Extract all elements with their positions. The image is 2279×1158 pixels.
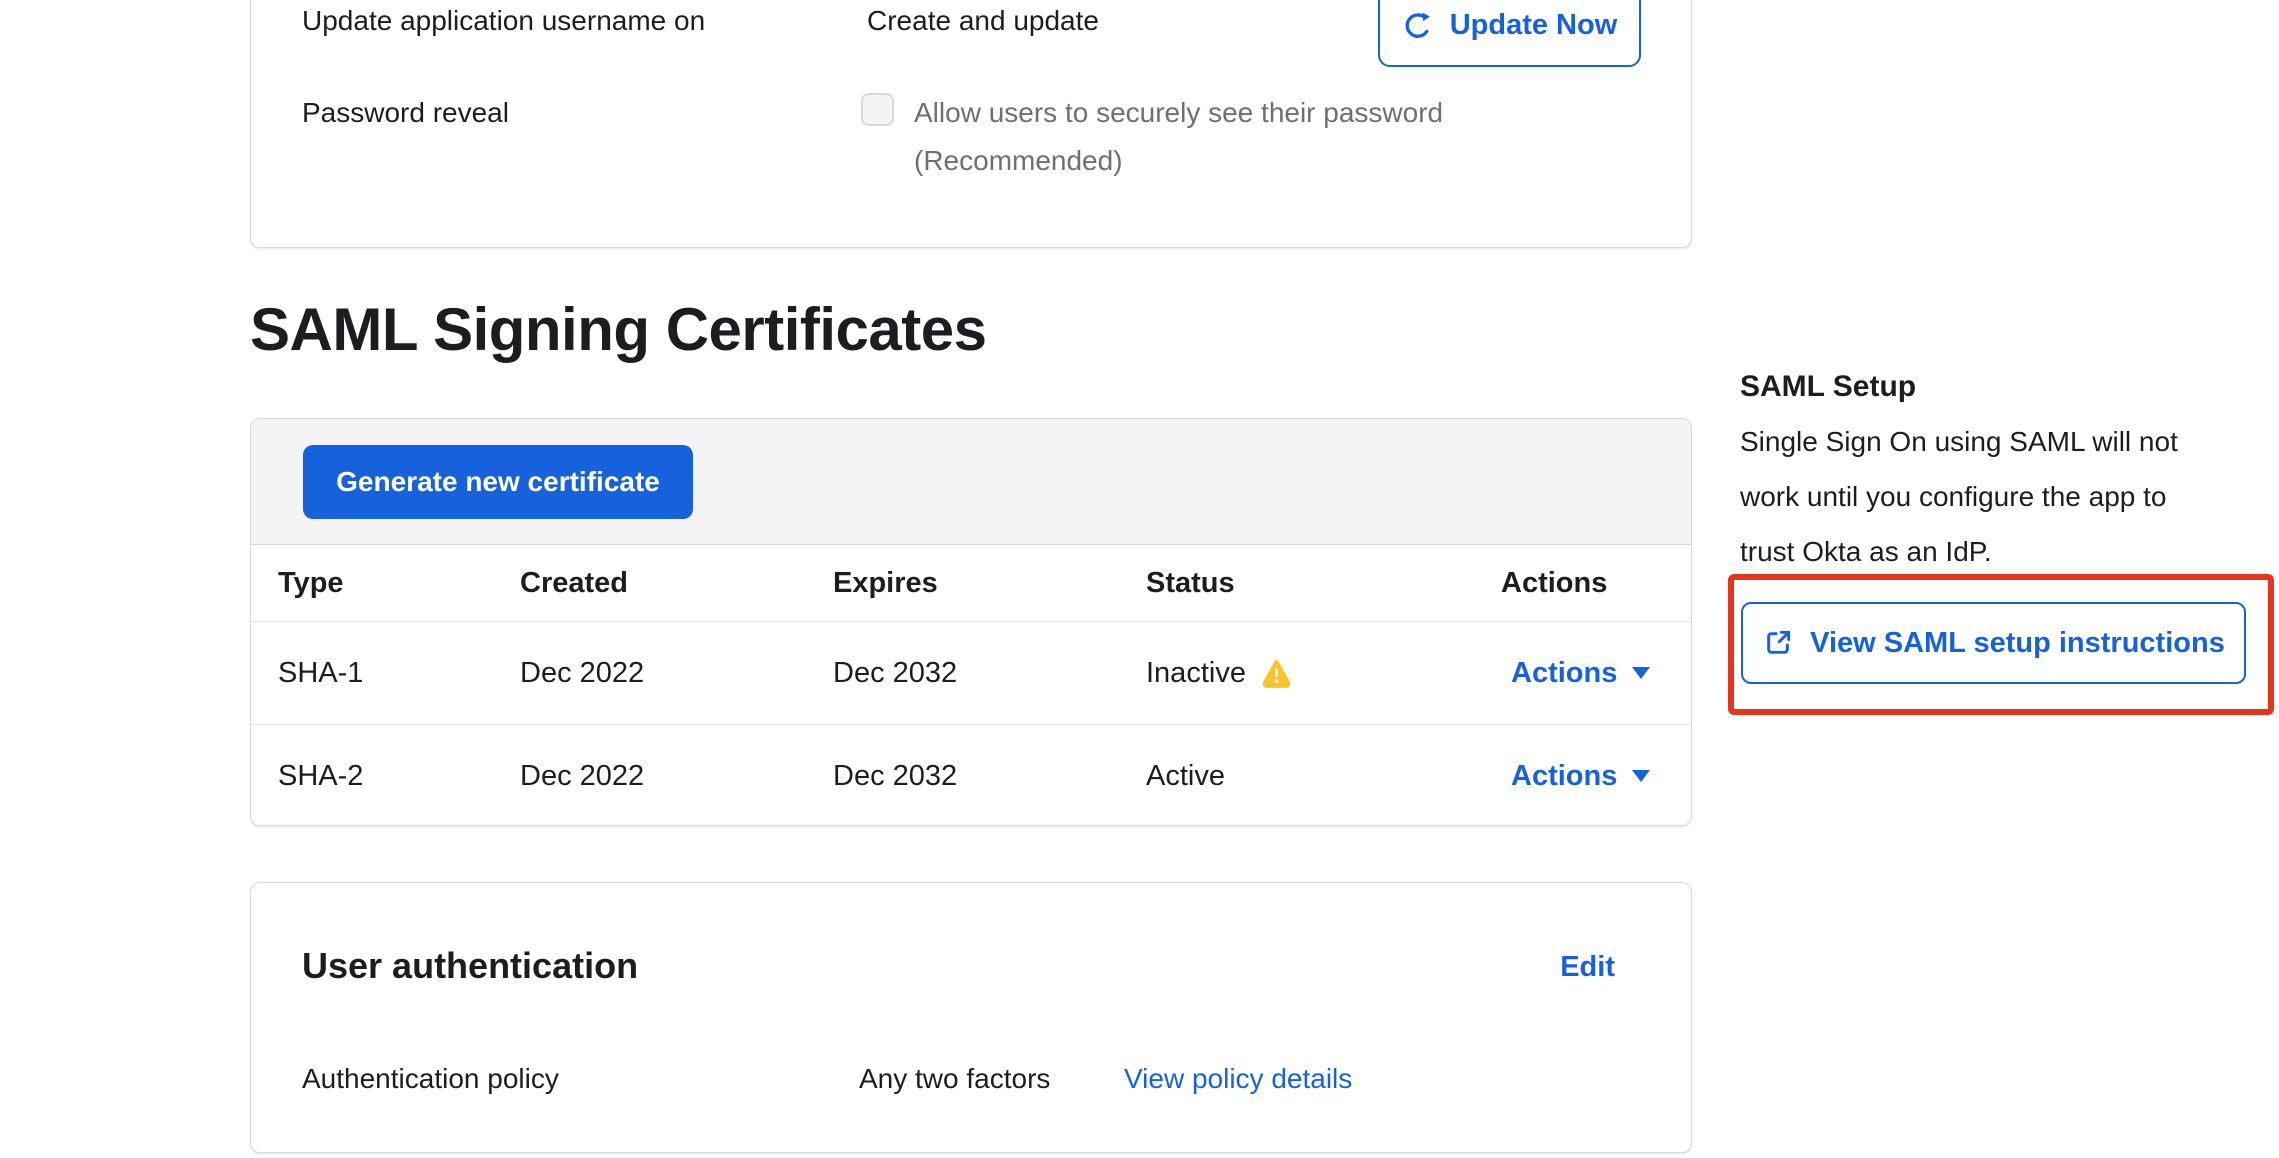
cert-created: Dec 2022 <box>493 657 806 690</box>
generate-new-certificate-button[interactable]: Generate new certificate <box>303 445 693 519</box>
saml-setup-title: SAML Setup <box>1740 370 1916 404</box>
table-row: SHA-1 Dec 2022 Dec 2032 Inactive Actions <box>251 621 1691 724</box>
password-reveal-label: Password reveal <box>302 97 509 129</box>
user-authentication-title: User authentication <box>302 945 638 987</box>
column-header-type: Type <box>251 567 493 600</box>
description-line: Single Sign On using SAML will not <box>1740 414 2178 469</box>
certificates-toolbar: Generate new certificate <box>251 419 1691 545</box>
actions-label: Actions <box>1511 657 1617 690</box>
authentication-policy-label: Authentication policy <box>302 1063 559 1095</box>
caret-down-icon <box>1632 770 1650 782</box>
warning-icon <box>1260 657 1293 690</box>
external-link-icon <box>1762 627 1794 659</box>
description-line: work until you configure the app to <box>1740 469 2178 524</box>
password-reveal-checkbox[interactable] <box>861 93 894 126</box>
cert-status: Active <box>1119 760 1474 793</box>
actions-dropdown[interactable]: Actions <box>1511 760 1650 793</box>
cert-created: Dec 2022 <box>493 760 806 793</box>
certificates-card: Generate new certificate Type Created Ex… <box>250 418 1692 826</box>
app-settings-card: Update application username on Create an… <box>250 0 1692 248</box>
cert-expires: Dec 2032 <box>806 657 1119 690</box>
column-header-created: Created <box>493 567 806 600</box>
view-policy-details-link[interactable]: View policy details <box>1124 1063 1352 1095</box>
password-reveal-recommended: (Recommended) <box>914 145 1123 177</box>
table-header-row: Type Created Expires Status Actions <box>251 545 1691 621</box>
column-header-status: Status <box>1119 567 1474 600</box>
status-text: Inactive <box>1146 657 1246 690</box>
update-now-label: Update Now <box>1450 9 1618 42</box>
saml-signing-certificates-heading: SAML Signing Certificates <box>250 295 987 364</box>
authentication-policy-value: Any two factors <box>859 1063 1050 1095</box>
saml-instructions-label: View SAML setup instructions <box>1810 627 2225 660</box>
cert-status: Inactive <box>1119 657 1474 690</box>
update-now-button[interactable]: Update Now <box>1378 0 1641 67</box>
user-authentication-card: User authentication Edit Authentication … <box>250 882 1692 1153</box>
cert-type: SHA-2 <box>251 760 493 793</box>
page-canvas: Update application username on Create an… <box>0 0 2279 1158</box>
update-username-value: Create and update <box>867 5 1099 37</box>
edit-link[interactable]: Edit <box>1560 951 1615 984</box>
actions-dropdown[interactable]: Actions <box>1511 657 1650 690</box>
actions-label: Actions <box>1511 760 1617 793</box>
description-line: trust Okta as an IdP. <box>1740 524 2178 579</box>
column-header-actions: Actions <box>1474 567 1691 600</box>
refresh-icon <box>1402 9 1434 41</box>
cert-type: SHA-1 <box>251 657 493 690</box>
caret-down-icon <box>1632 667 1650 679</box>
cert-expires: Dec 2032 <box>806 760 1119 793</box>
password-reveal-description: Allow users to securely see their passwo… <box>914 97 1443 129</box>
status-text: Active <box>1146 760 1225 793</box>
column-header-expires: Expires <box>806 567 1119 600</box>
saml-setup-description: Single Sign On using SAML will not work … <box>1740 414 2178 579</box>
update-username-label: Update application username on <box>302 5 705 37</box>
view-saml-setup-instructions-button[interactable]: View SAML setup instructions <box>1741 602 2246 684</box>
table-row: SHA-2 Dec 2022 Dec 2032 Active Actions <box>251 724 1691 826</box>
